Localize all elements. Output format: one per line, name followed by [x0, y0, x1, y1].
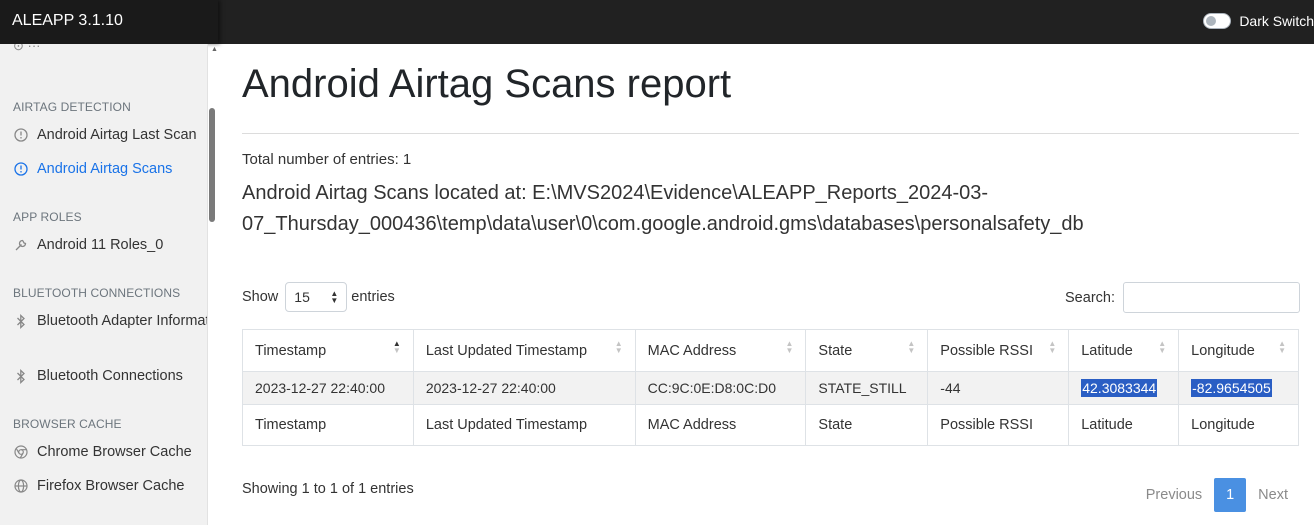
sort-icon: ▲ ▼	[785, 339, 794, 355]
sort-icon: ▲ ▼	[1278, 339, 1286, 355]
selected-text: 42.3083344	[1081, 379, 1158, 397]
dark-switch[interactable]: Dark Switch	[1203, 9, 1314, 33]
cell-latitude: 42.3083344	[1068, 371, 1180, 405]
sidebar-scrollbar[interactable]	[209, 108, 215, 222]
alert-circle-icon	[13, 162, 28, 177]
column-header-timestamp[interactable]: Timestamp ▲ ▼	[242, 329, 414, 372]
footer-last-updated: Last Updated Timestamp	[412, 404, 636, 446]
sidebar-heading-browser-cache: BROWSER CACHE	[13, 417, 122, 431]
show-label: Show	[242, 289, 279, 305]
column-header-longitude[interactable]: Longitude ▲ ▼	[1178, 329, 1299, 372]
app-title[interactable]: ALEAPP 3.1.10	[0, 0, 218, 44]
page-1-button[interactable]: 1	[1214, 478, 1247, 512]
column-header-latitude[interactable]: Latitude ▲ ▼	[1068, 329, 1180, 372]
cell-mac-address: CC:9C:0E:D8:0C:D0	[634, 371, 807, 405]
sidebar-item-label: Android Airtag Scans	[37, 161, 173, 177]
sidebar-item-label: Bluetooth Adapter Informati	[37, 313, 208, 329]
search-label: Search:	[1065, 289, 1115, 306]
footer-state: State	[805, 404, 929, 446]
search-input[interactable]	[1123, 282, 1300, 313]
chrome-icon	[13, 445, 28, 460]
sidebar-item-label: Firefox Browser Cache	[37, 478, 185, 494]
sort-icon: ▲ ▼	[392, 339, 401, 355]
column-header-state[interactable]: State ▲ ▼	[805, 329, 929, 372]
sidebar-item-airtag-scans[interactable]: Android Airtag Scans	[13, 161, 172, 177]
entries-label: entries	[351, 289, 395, 305]
divider	[242, 133, 1299, 134]
data-table: Timestamp ▲ ▼ Last Updated Timestamp ▲ ▼ MAC…	[242, 329, 1299, 446]
source-location: Android Airtag Scans located at: E:\MVS2…	[242, 182, 1084, 235]
column-header-mac-address[interactable]: MAC Address ▲ ▼	[634, 329, 807, 372]
alert-circle-icon	[13, 128, 28, 143]
sidebar-item-label: Android 11 Roles_0	[37, 237, 164, 253]
cell-timestamp: 2023-12-27 22:40:00	[242, 371, 414, 405]
bluetooth-icon	[13, 368, 28, 384]
globe-icon	[13, 479, 28, 494]
sidebar-item-bluetooth-adapter[interactable]: Bluetooth Adapter Informati	[13, 313, 208, 329]
sidebar-item-chrome-cache[interactable]: Chrome Browser Cache	[13, 444, 192, 460]
sidebar: ⊙ ··· AIRTAG DETECTION Android Airtag La…	[0, 44, 208, 525]
sidebar-item-bluetooth-connections[interactable]: Bluetooth Connections	[13, 368, 183, 384]
footer-latitude: Latitude	[1068, 404, 1180, 446]
page-title: Android Airtag Scans report	[242, 62, 732, 106]
search-control: Search:	[1065, 282, 1300, 313]
sort-icon: ▲ ▼	[907, 339, 916, 355]
footer-longitude: Longitude	[1178, 404, 1299, 446]
sidebar-item-label: Android Airtag Last Scan	[37, 127, 197, 143]
next-button[interactable]: Next	[1246, 487, 1300, 503]
dark-switch-toggle[interactable]	[1203, 13, 1232, 29]
sidebar-item-label: Chrome Browser Cache	[37, 444, 192, 460]
column-header-possible-rssi[interactable]: Possible RSSI ▲ ▼	[927, 329, 1070, 372]
page-length-select[interactable]: 15 ▲ ▼	[285, 282, 348, 312]
page-length-control: Show 15 ▲ ▼ entries	[242, 282, 395, 312]
bluetooth-icon	[13, 313, 28, 329]
sidebar-heading-airtag: AIRTAG DETECTION	[13, 100, 131, 114]
cell-last-updated: 2023-12-27 22:40:00	[412, 371, 636, 405]
sidebar-item-firefox-cache[interactable]: Firefox Browser Cache	[13, 478, 184, 494]
selected-text: -82.9654505	[1191, 379, 1272, 397]
footer-timestamp: Timestamp	[242, 404, 414, 446]
table-info: Showing 1 to 1 of 1 entries	[242, 481, 414, 497]
sidebar-heading-app-roles: APP ROLES	[13, 210, 82, 224]
pagination: Previous 1 Next	[1134, 478, 1300, 512]
column-header-last-updated[interactable]: Last Updated Timestamp ▲ ▼	[412, 329, 636, 372]
top-navbar: ALEAPP 3.1.10 Dark Switch	[0, 0, 1314, 44]
sort-icon: ▲ ▼	[1158, 339, 1167, 355]
sort-icon: ▲ ▼	[1048, 339, 1057, 355]
footer-possible-rssi: Possible RSSI	[927, 404, 1070, 446]
sidebar-item-label: Bluetooth Connections	[37, 368, 183, 384]
page-length-value: 15	[294, 289, 310, 305]
select-arrows-icon: ▲ ▼	[330, 289, 339, 305]
sort-icon: ▲ ▼	[614, 339, 623, 355]
cell-longitude: -82.9654505	[1178, 371, 1299, 405]
sidebar-heading-bluetooth: BLUETOOTH CONNECTIONS	[13, 286, 181, 300]
footer-mac-address: MAC Address	[634, 404, 807, 446]
sidebar-item-android-roles[interactable]: Android 11 Roles_0	[13, 237, 163, 253]
previous-button[interactable]: Previous	[1134, 487, 1214, 503]
sidebar-item-airtag-last-scan[interactable]: Android Airtag Last Scan	[13, 127, 197, 143]
dark-switch-label: Dark Switch	[1239, 13, 1314, 29]
cell-state: STATE_STILL	[805, 371, 929, 405]
clipped-sidebar-item: ⊙ ···	[13, 44, 41, 53]
cell-possible-rssi: -44	[927, 371, 1070, 405]
total-entries: Total number of entries: 1	[242, 151, 412, 168]
table-row[interactable]: 2023-12-27 22:40:00 2023-12-27 22:40:00 …	[242, 371, 1299, 405]
tool-icon	[13, 238, 28, 253]
table-footer-row: Timestamp Last Updated Timestamp MAC Add…	[242, 404, 1299, 446]
sidebar-scroll-arrow[interactable]: ▲	[211, 46, 218, 56]
